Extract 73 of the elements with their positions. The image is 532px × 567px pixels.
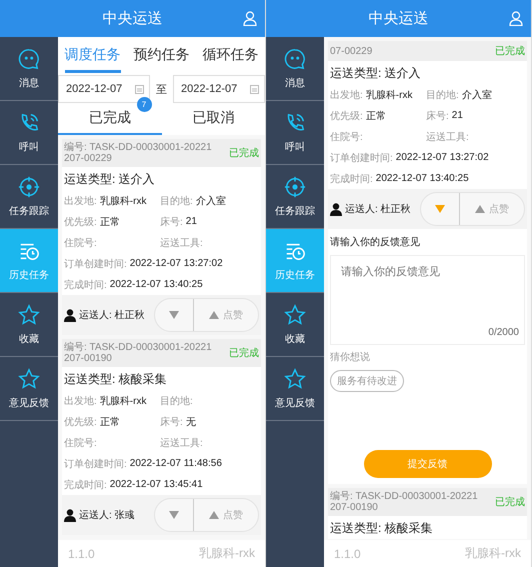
app-title: 中央运送 [102, 9, 162, 28]
detail-field: 目的地: 介入室 [160, 194, 256, 208]
detail-field: 出发地: 乳腺科-rxk [64, 194, 160, 208]
star-icon [18, 304, 40, 326]
detail-field: 住院号: [64, 236, 160, 250]
detail-field: 目的地: [160, 394, 256, 408]
detail-field: 床号: 21 [426, 108, 522, 122]
detail-field: 床号: 21 [160, 214, 256, 228]
detail-field: 住院号: [330, 130, 426, 144]
count-badge: 7 [136, 97, 152, 112]
carrier-name: 运送人: 杜正秋 [79, 308, 146, 322]
task-status: 已完成 [229, 146, 259, 160]
carrier-name: 运送人: 张彧 [79, 508, 136, 522]
person-icon [64, 308, 76, 322]
version-label: 1.1.0 [68, 546, 95, 560]
suggestion-label: 猜你想说 [330, 350, 371, 364]
star-icon [18, 368, 40, 390]
transport-type: 运送类型: 核酸采集 [63, 371, 168, 388]
detail-field: 完成时间: 2022-12-07 13:45:41 [64, 478, 203, 492]
task-status: 已完成 [495, 44, 525, 58]
status-tab[interactable]: 已取消 [162, 103, 265, 135]
task-number: 编号: TASK-DD-00030001-20221207-00229 [64, 142, 213, 164]
task-number: 07-00229 [330, 46, 374, 56]
detail-field: 床号: 无 [160, 414, 256, 428]
chat-icon [284, 48, 306, 70]
detail-field: 优先级: 正常 [330, 108, 426, 122]
detail-field: 运送工具: [160, 436, 256, 450]
detail-field: 订单创建时间: 2022-12-07 13:27:02 [330, 150, 489, 164]
char-counter: 0/2000 [488, 327, 519, 338]
detail-field: 优先级: 正常 [64, 214, 160, 228]
person-icon [64, 508, 76, 522]
detail-field: 目的地: 介入室 [426, 88, 522, 102]
detail-field: 出发地: 乳腺科-rxk [64, 394, 160, 408]
carrier-name: 运送人: 杜正秋 [345, 202, 412, 216]
task-number: 编号: TASK-DD-00030001-20221207-00190 [64, 342, 213, 364]
detail-field: 订单创建时间: 2022-12-07 11:48:56 [64, 456, 222, 470]
detail-field: 运送工具: [426, 130, 522, 144]
detail-field: 完成时间: 2022-12-07 13:40:25 [64, 278, 203, 292]
end-date-field[interactable]: 2022-12-07 [173, 75, 265, 103]
calendar-icon [250, 84, 259, 94]
version-label: 1.1.0 [334, 546, 361, 560]
task-status: 已完成 [495, 496, 525, 509]
user-icon[interactable] [243, 11, 257, 26]
task-tab[interactable]: 预约任务 [134, 40, 190, 72]
task-tab[interactable]: 循环任务 [202, 40, 258, 72]
detail-field: 订单创建时间: 2022-12-07 13:27:02 [64, 256, 223, 270]
task-number: 编号: TASK-DD-00030001-20221207-00190 [330, 491, 479, 513]
target-icon [18, 176, 40, 198]
target-icon [284, 176, 306, 198]
chat-icon [18, 48, 40, 70]
date-separator: 至 [156, 82, 167, 96]
detail-field: 住院号: [64, 436, 160, 450]
feedback-prompt: 请输入你的反馈意见 [330, 236, 421, 249]
task-status: 已完成 [229, 346, 259, 360]
transport-type: 运送类型: 送介入 [63, 171, 156, 188]
star-icon [284, 304, 306, 326]
app-title: 中央运送 [368, 9, 428, 28]
detail-field: 完成时间: 2022-12-07 13:40:25 [330, 172, 469, 186]
user-icon[interactable] [509, 11, 523, 26]
transport-type: 运送类型: 核酸采集 [329, 520, 434, 537]
up-triangle-icon [209, 511, 219, 519]
department-label: 乳腺科-rxk [465, 545, 521, 562]
calendar-icon [135, 84, 144, 94]
up-triangle-icon [475, 205, 485, 213]
star-icon [284, 368, 306, 390]
start-date-field[interactable]: 2022-12-07 [58, 75, 150, 103]
detail-field: 运送工具: [160, 236, 256, 250]
detail-field: 出发地: 乳腺科-rxk [330, 88, 426, 102]
transport-type: 运送类型: 送介入 [329, 65, 422, 82]
person-icon [330, 202, 342, 216]
up-triangle-icon [209, 311, 219, 319]
department-label: 乳腺科-rxk [199, 545, 255, 562]
detail-field: 优先级: 正常 [64, 414, 160, 428]
